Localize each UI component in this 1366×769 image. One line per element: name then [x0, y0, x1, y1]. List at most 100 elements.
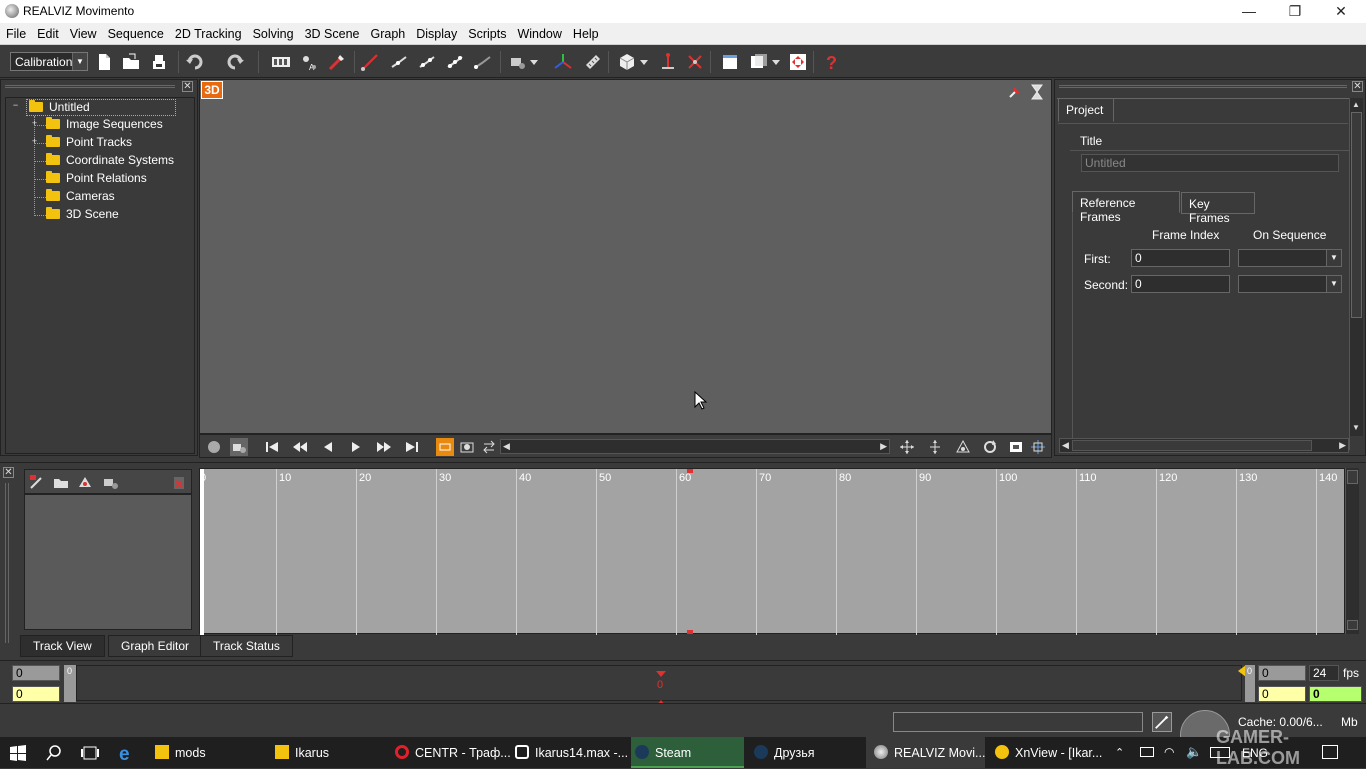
edge-browser-icon[interactable]: e: [118, 744, 136, 765]
track-view[interactable]: 0 10 20 30 40 50 60 70 80 90 100 110 120…: [199, 468, 1345, 635]
vertical-scrollbar[interactable]: ▲ ▼: [1349, 98, 1363, 436]
panel-grip[interactable]: [5, 85, 175, 88]
fps-field[interactable]: 24: [1309, 665, 1339, 681]
sequence-end-field[interactable]: 0: [1258, 686, 1306, 702]
tree-item-point-relations[interactable]: Point Relations: [46, 171, 147, 188]
panel-grip[interactable]: [5, 483, 9, 643]
second-sequence-select[interactable]: ▼: [1238, 275, 1342, 293]
mode-select[interactable]: Calibration ▼: [10, 52, 88, 71]
track-list[interactable]: [24, 494, 192, 630]
taskbar-item-mods[interactable]: mods: [147, 737, 265, 768]
track-camera-icon[interactable]: [102, 473, 120, 491]
scroll-down-icon[interactable]: ▼: [1352, 423, 1360, 432]
taskbar-item-xnview[interactable]: XnView - [Ikar...: [987, 737, 1105, 768]
close-icon[interactable]: ✕: [1352, 81, 1363, 92]
pin-icon[interactable]: [1006, 83, 1024, 101]
rotate-icon[interactable]: [981, 438, 999, 456]
new-file-icon[interactable]: [93, 51, 115, 73]
remove-points-icon[interactable]: [684, 51, 706, 73]
collapse-icon[interactable]: −: [11, 101, 20, 111]
timeline-end-handle[interactable]: 0: [1245, 665, 1255, 702]
snapshot-icon[interactable]: [458, 438, 476, 456]
menu-window[interactable]: Window: [511, 23, 566, 45]
axis-icon[interactable]: [552, 51, 574, 73]
film-strip-icon[interactable]: [270, 51, 292, 73]
point-track-2-icon[interactable]: [416, 51, 438, 73]
point-track-icon[interactable]: [388, 51, 410, 73]
zoom-region-icon[interactable]: [1029, 438, 1047, 456]
tab-graph-editor[interactable]: Graph Editor: [108, 635, 203, 657]
tab-track-view[interactable]: Track View: [20, 635, 105, 657]
tab-project[interactable]: Project: [1058, 98, 1114, 122]
project-title-field[interactable]: Untitled: [1081, 154, 1339, 172]
close-icon[interactable]: ✕: [3, 467, 14, 478]
3d-viewport[interactable]: 3D: [199, 79, 1052, 434]
current-frame-field[interactable]: 0: [1309, 686, 1362, 702]
prev-key-icon[interactable]: [291, 438, 309, 456]
menu-graph[interactable]: Graph: [365, 23, 411, 45]
save-icon[interactable]: [148, 51, 170, 73]
orbit-icon[interactable]: [954, 438, 972, 456]
point-track-3-icon[interactable]: [444, 51, 466, 73]
first-frame-index-field[interactable]: 0: [1131, 249, 1230, 267]
dolly-icon[interactable]: [926, 438, 944, 456]
minimize-button[interactable]: —: [1226, 0, 1272, 23]
swap-icon[interactable]: [480, 438, 498, 456]
timeline-track[interactable]: 0: [76, 665, 1242, 706]
track-filter-icon[interactable]: [77, 473, 95, 491]
frame-all-icon[interactable]: [1007, 438, 1025, 456]
redo-icon[interactable]: [224, 51, 246, 73]
maximize-views-icon[interactable]: [787, 51, 809, 73]
last-frame-icon[interactable]: [403, 438, 421, 456]
menu-2d-tracking[interactable]: 2D Tracking: [169, 23, 247, 45]
track-delete-icon[interactable]: [170, 473, 188, 491]
expand-icon[interactable]: +: [30, 137, 39, 147]
taskbar-item-3dsmax[interactable]: Ikarus14.max -...: [507, 737, 631, 768]
battery-icon[interactable]: [1140, 747, 1154, 757]
chevron-down-icon[interactable]: [638, 51, 650, 73]
window-layout-icon[interactable]: [719, 51, 741, 73]
prev-frame-icon[interactable]: [319, 438, 337, 456]
task-view-icon[interactable]: [80, 745, 100, 761]
draw-line-icon[interactable]: [359, 51, 381, 73]
scroll-thumb[interactable]: [1072, 440, 1312, 451]
scroll-thumb[interactable]: [1351, 112, 1362, 318]
scroll-thumb[interactable]: [1347, 470, 1358, 484]
menu-solving[interactable]: Solving: [247, 23, 299, 45]
tab-reference-frames[interactable]: Reference Frames: [1072, 191, 1180, 224]
taskbar-item-steam[interactable]: Steam: [631, 737, 744, 768]
chevron-down-icon[interactable]: [770, 51, 782, 73]
tree-item-point-tracks[interactable]: Point Tracks: [46, 135, 132, 152]
tree-item-coordinate-systems[interactable]: Coordinate Systems: [46, 153, 174, 170]
track-edit-icon[interactable]: [28, 473, 46, 491]
tree-item-cameras[interactable]: Cameras: [46, 189, 115, 206]
tree-item-3d-scene[interactable]: 3D Scene: [46, 207, 119, 224]
menu-scripts[interactable]: Scripts: [462, 23, 511, 45]
menu-sequence[interactable]: Sequence: [102, 23, 169, 45]
menu-3d-scene[interactable]: 3D Scene: [299, 23, 365, 45]
track-tool-icon[interactable]: [326, 51, 348, 73]
tab-key-frames[interactable]: Key Frames: [1181, 192, 1255, 225]
second-frame-index-field[interactable]: 0: [1131, 275, 1230, 293]
menu-view[interactable]: View: [64, 23, 102, 45]
loop-icon[interactable]: [436, 438, 454, 456]
play-icon[interactable]: [347, 438, 365, 456]
taskbar-item-realviz[interactable]: REALVIZ Movi...: [866, 737, 985, 768]
record-icon[interactable]: [205, 438, 223, 456]
track-vertical-scrollbar[interactable]: [1345, 468, 1359, 634]
cube-icon[interactable]: [616, 51, 638, 73]
track-folder-icon[interactable]: [52, 473, 70, 491]
taskbar-item-opera[interactable]: CENTR - Траф...: [387, 737, 511, 768]
frame-scrollbar[interactable]: ◀ ▶: [500, 439, 890, 454]
pan-icon[interactable]: [898, 438, 916, 456]
scroll-thumb[interactable]: [1347, 620, 1358, 630]
solve-icon[interactable]: [657, 51, 679, 73]
taskbar-item-friends[interactable]: Друзья: [746, 737, 864, 768]
close-icon[interactable]: ✕: [182, 81, 193, 92]
point-track-4-icon[interactable]: [472, 51, 494, 73]
menu-file[interactable]: File: [0, 23, 31, 45]
hourglass-icon[interactable]: [1028, 83, 1046, 101]
scroll-left-icon[interactable]: ◀: [1062, 440, 1069, 451]
tab-track-status[interactable]: Track Status: [200, 635, 293, 657]
range-start-field[interactable]: 0: [12, 665, 60, 681]
